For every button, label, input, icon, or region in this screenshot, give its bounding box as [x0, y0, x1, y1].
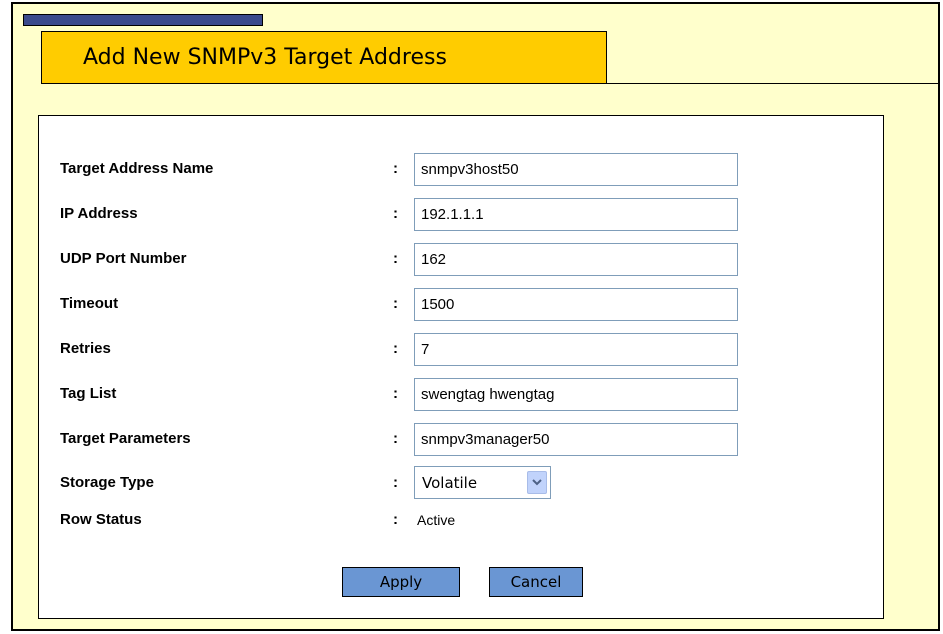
- title-tab-underline: [606, 83, 940, 84]
- field-separator: :: [393, 474, 398, 491]
- udp-port-number-input[interactable]: [414, 243, 738, 276]
- row-status-label: Row Status: [60, 511, 142, 528]
- target-address-name-input[interactable]: [414, 153, 738, 186]
- storage-type-selected-value: Volatile: [422, 474, 478, 492]
- page-title: Add New SNMPv3 Target Address: [83, 45, 447, 70]
- dropdown-arrow-button[interactable]: [527, 471, 547, 494]
- field-separator: :: [393, 250, 398, 267]
- title-accent-bar: [23, 14, 263, 26]
- udp-port-number-label: UDP Port Number: [60, 250, 187, 267]
- cancel-button[interactable]: Cancel: [489, 567, 583, 597]
- ip-address-input[interactable]: [414, 198, 738, 231]
- field-separator: :: [393, 511, 398, 528]
- ip-address-label: IP Address: [60, 205, 138, 222]
- target-parameters-input[interactable]: [414, 423, 738, 456]
- retries-label: Retries: [60, 340, 111, 357]
- field-separator: :: [393, 295, 398, 312]
- form-panel: [38, 115, 884, 619]
- field-separator: :: [393, 205, 398, 222]
- timeout-input[interactable]: [414, 288, 738, 321]
- field-separator: :: [393, 340, 398, 357]
- field-separator: :: [393, 160, 398, 177]
- tag-list-input[interactable]: [414, 378, 738, 411]
- timeout-label: Timeout: [60, 295, 119, 312]
- field-separator: :: [393, 385, 398, 402]
- field-separator: :: [393, 430, 398, 447]
- retries-input[interactable]: [414, 333, 738, 366]
- tag-list-label: Tag List: [60, 385, 117, 402]
- chevron-down-icon: [532, 479, 542, 486]
- storage-type-select[interactable]: Volatile: [414, 466, 551, 499]
- row-status-value: Active: [417, 512, 456, 528]
- apply-button[interactable]: Apply: [342, 567, 460, 597]
- storage-type-label: Storage Type: [60, 474, 154, 491]
- target-address-name-label: Target Address Name: [60, 160, 214, 177]
- target-parameters-label: Target Parameters: [60, 430, 191, 447]
